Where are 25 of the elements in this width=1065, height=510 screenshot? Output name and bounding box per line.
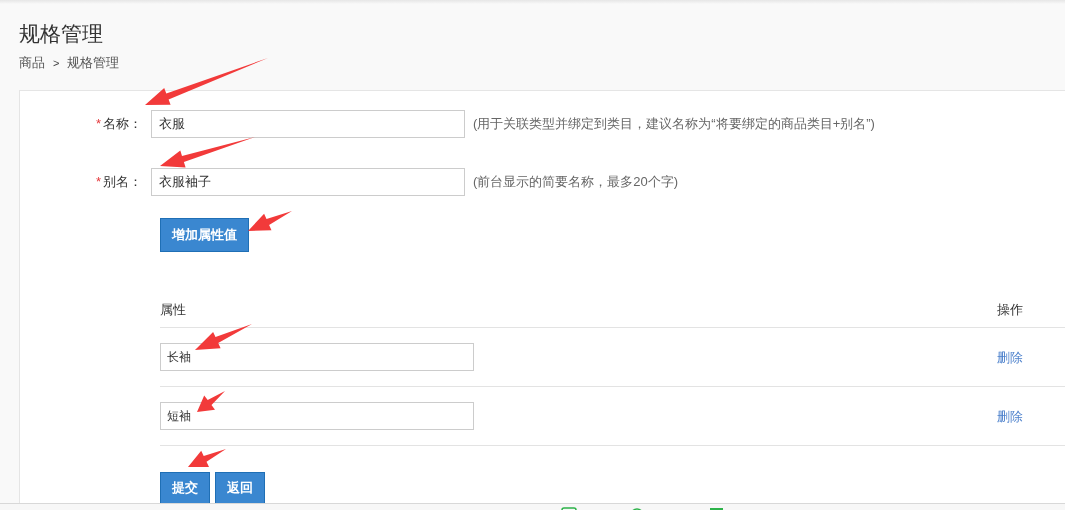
column-header: 属性 — [160, 300, 187, 319]
add-attribute-button[interactable]: 增加属性值 — [160, 218, 249, 252]
column-header: 操作 — [997, 300, 1024, 319]
attribute-input[interactable]: 长袖 — [160, 343, 474, 371]
required-mark: * — [95, 115, 101, 134]
delete-link[interactable]: 删除 — [997, 350, 1023, 365]
text-input[interactable]: 衣服 — [151, 110, 465, 138]
annotation-arrow — [197, 391, 225, 412]
page-title: 规格管理 — [19, 21, 104, 47]
breadcrumb-separator: > — [53, 56, 60, 71]
attribute-input[interactable]: 短袖 — [160, 402, 474, 430]
back-button[interactable]: 返回 — [215, 472, 265, 504]
field-hint: (用于关联类型并绑定到类目，建议名称为“将要绑定的商品类目+别名”) — [473, 115, 875, 134]
text-input[interactable]: 衣服袖子 — [151, 168, 465, 196]
annotation-arrow — [195, 324, 252, 350]
field-hint: (前台显示的简要名称，最多20个字) — [473, 173, 679, 192]
submit-button[interactable]: 提交 — [160, 472, 210, 504]
annotation-arrow — [188, 449, 226, 467]
delete-link[interactable]: 删除 — [997, 409, 1023, 424]
required-mark: * — [95, 173, 101, 192]
field-label: 别名： — [103, 173, 142, 192]
breadcrumb-item[interactable]: 商品 — [19, 54, 45, 72]
annotation-arrow — [248, 211, 292, 231]
breadcrumb-item[interactable]: 规格管理 — [67, 54, 120, 72]
field-label: 名称： — [103, 115, 142, 134]
